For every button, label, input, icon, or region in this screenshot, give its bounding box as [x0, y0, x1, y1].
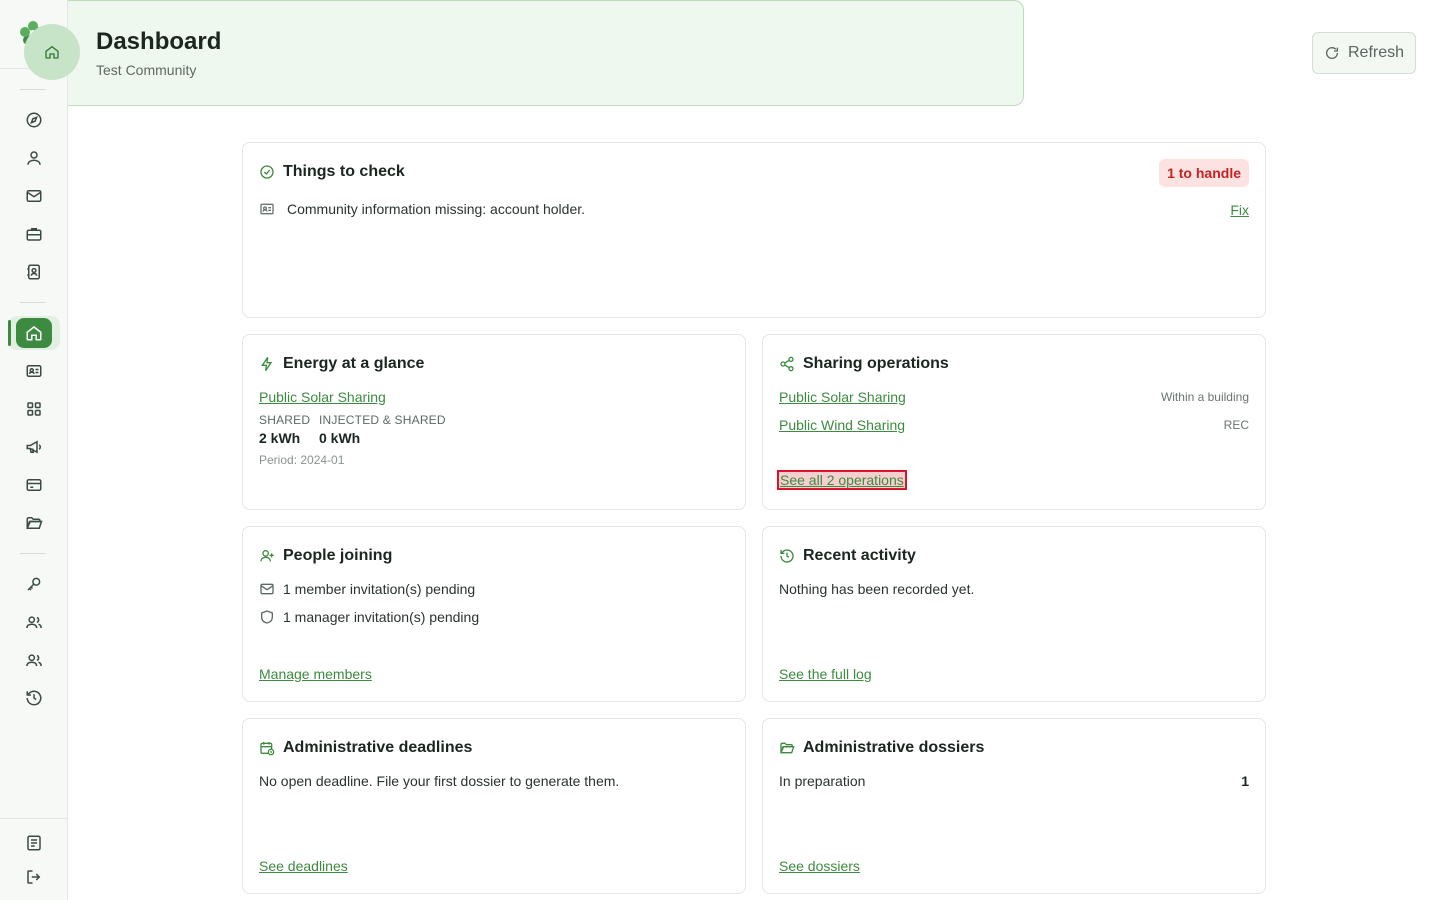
nav-messages[interactable] [16, 181, 52, 211]
see-all-operations-link[interactable]: See all 2 operations [777, 470, 907, 490]
header-avatar [24, 24, 80, 80]
manager-invites-row: 1 manager invitation(s) pending [259, 609, 479, 625]
nav-billing[interactable] [16, 470, 52, 500]
nav-announcements[interactable] [16, 432, 52, 462]
nav-community-info[interactable] [16, 356, 52, 386]
grid-icon [27, 402, 41, 416]
document-icon [27, 835, 41, 851]
refresh-button[interactable]: Refresh [1312, 32, 1416, 74]
energy-operation-link[interactable]: Public Solar Sharing [259, 389, 386, 405]
nav-dossiers[interactable] [16, 508, 52, 538]
sidebar-divider [20, 302, 46, 303]
history-icon [780, 549, 794, 563]
nav-members[interactable] [16, 607, 52, 637]
page-title: Dashboard [96, 28, 222, 55]
nav-history[interactable] [16, 683, 52, 713]
refresh-label: Refresh [1347, 44, 1405, 61]
nav-apps[interactable] [16, 394, 52, 424]
dossier-status-label: In preparation [779, 773, 866, 789]
logout-icon [27, 870, 41, 884]
sidebar-divider [20, 553, 46, 554]
shield-icon [261, 610, 273, 624]
dossiers-title: Administrative dossiers [779, 739, 984, 757]
sharing-title: Sharing operations [779, 355, 949, 373]
folder-open-icon [780, 742, 795, 754]
operation-link-solar[interactable]: Public Solar Sharing [779, 389, 906, 405]
things-to-check-card: Things to check 1 to handle Community in… [242, 142, 1266, 318]
deadlines-title: Administrative deadlines [259, 739, 472, 757]
refresh-icon [1325, 47, 1338, 59]
briefcase-icon [26, 228, 42, 241]
dossiers-card: Administrative dossiers In preparation 1… [762, 718, 1266, 894]
check-item-text: Community information missing: account h… [287, 201, 586, 217]
status-badge: 1 to handle [1159, 159, 1249, 187]
compass-icon [26, 112, 42, 128]
check-item: Community information missing: account h… [259, 201, 585, 217]
nav-profile[interactable] [16, 143, 52, 173]
deadlines-card: Administrative deadlines No open deadlin… [242, 718, 746, 894]
dashboard-header: Dashboard Test Community Refresh [0, 0, 1416, 106]
manage-members-link[interactable]: Manage members [259, 666, 372, 682]
lightning-icon [261, 356, 273, 372]
activity-empty-text: Nothing has been recorded yet. [779, 581, 975, 597]
operation-type: REC [1223, 418, 1249, 432]
member-invites-row: 1 member invitation(s) pending [259, 581, 475, 597]
mail-icon [260, 583, 274, 595]
home-icon [45, 45, 59, 59]
things-to-check-title: Things to check [259, 163, 405, 181]
share-icon [780, 356, 794, 372]
people-joining-card: People joining 1 member invitation(s) pe… [242, 526, 746, 702]
injected-value: 0 kWh [319, 430, 361, 446]
see-deadlines-link[interactable]: See deadlines [259, 858, 348, 874]
energy-period: Period: 2024-01 [259, 453, 345, 467]
sidebar-bottom-divider [0, 818, 68, 819]
nav-explore[interactable] [16, 105, 52, 135]
sidebar-divider [20, 89, 46, 90]
nav-managers[interactable] [16, 645, 52, 675]
users-icon [26, 616, 42, 629]
history-icon [26, 690, 42, 706]
full-log-link[interactable]: See the full log [779, 666, 872, 682]
community-name: Test Community [96, 62, 197, 78]
user-plus-icon [260, 550, 274, 562]
dossier-status-count: 1 [1241, 773, 1249, 789]
shared-label: SHARED [259, 413, 311, 427]
key-icon [27, 577, 41, 591]
sidebar [0, 0, 68, 900]
calendar-clock-icon [260, 742, 275, 756]
mail-icon [26, 190, 42, 202]
activity-title: Recent activity [779, 547, 916, 565]
nav-active-indicator [8, 320, 11, 346]
operation-row: Public Solar Sharing Within a building [779, 389, 1249, 405]
operation-link-wind[interactable]: Public Wind Sharing [779, 417, 905, 433]
nav-keys[interactable] [16, 569, 52, 599]
nav-work[interactable] [16, 219, 52, 249]
home-icon [26, 326, 42, 341]
nav-dashboard[interactable] [16, 318, 52, 348]
user-icon [27, 151, 41, 165]
nav-documentation[interactable] [16, 828, 52, 858]
id-card-icon [26, 365, 42, 377]
fix-link[interactable]: Fix [1230, 202, 1249, 218]
operation-row: Public Wind Sharing REC [779, 417, 1249, 433]
energy-card: Energy at a glance Public Solar Sharing … [242, 334, 746, 510]
credit-card-icon [26, 479, 42, 491]
folder-open-icon [26, 517, 43, 529]
people-title: People joining [259, 547, 392, 565]
injected-label: INJECTED & SHARED [319, 413, 446, 427]
users-alt-icon [26, 654, 42, 667]
energy-title: Energy at a glance [259, 355, 424, 373]
nav-logout[interactable] [16, 862, 52, 892]
see-dossiers-link[interactable]: See dossiers [779, 858, 860, 874]
shared-value: 2 kWh [259, 430, 301, 446]
check-circle-icon [260, 165, 274, 179]
nav-contacts[interactable] [16, 257, 52, 287]
megaphone-icon [26, 440, 41, 454]
sharing-operations-card: Sharing operations Public Solar Sharing … [762, 334, 1266, 510]
recent-activity-card: Recent activity Nothing has been recorde… [762, 526, 1266, 702]
contact-book-icon [27, 264, 40, 280]
operation-type: Within a building [1160, 390, 1249, 404]
id-card-icon [260, 203, 274, 215]
deadlines-empty-text: No open deadline. File your first dossie… [259, 773, 620, 789]
